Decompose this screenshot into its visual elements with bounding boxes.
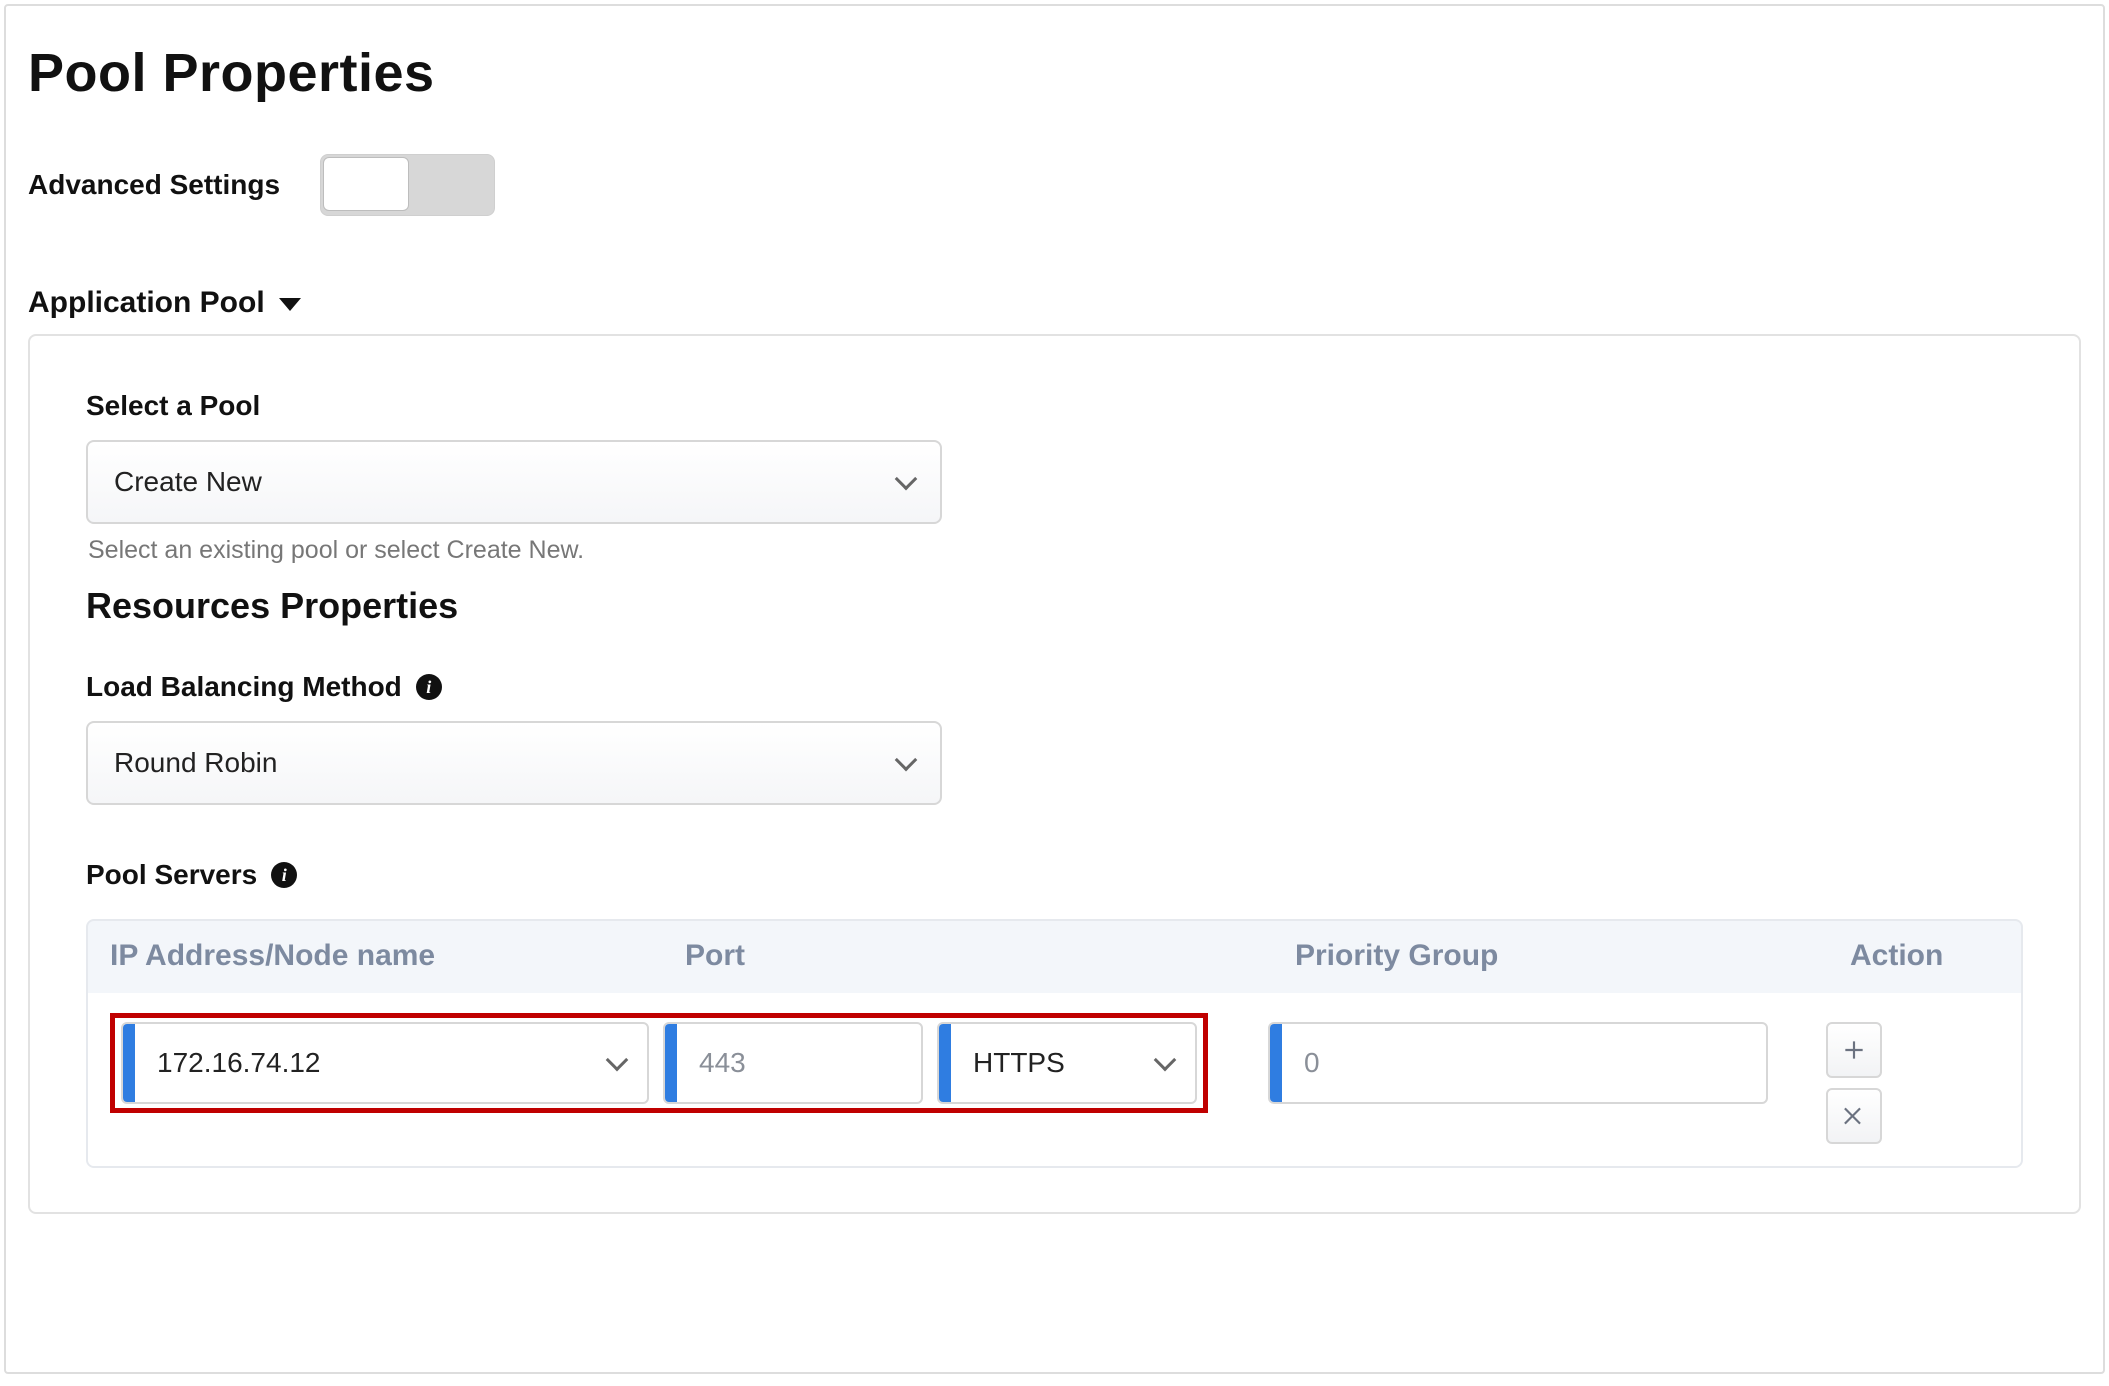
load-balancing-dropdown[interactable]: Round Robin: [86, 721, 942, 805]
input-stripe: [123, 1024, 135, 1102]
grid-header: IP Address/Node name Port Priority Group…: [88, 921, 2021, 993]
action-column: [1826, 1022, 1882, 1144]
priority-value: 0: [1282, 1047, 1766, 1079]
chevron-down-icon: [895, 468, 918, 491]
ip-address-input[interactable]: 172.16.74.12: [121, 1022, 649, 1104]
port-input[interactable]: 443: [663, 1022, 923, 1104]
ip-address-value: 172.16.74.12: [135, 1047, 609, 1079]
input-stripe: [665, 1024, 677, 1102]
highlighted-group: 172.16.74.12 443 HTTPS: [110, 1013, 1208, 1113]
load-balancing-label-text: Load Balancing Method: [86, 671, 402, 703]
plus-icon: [1841, 1037, 1867, 1063]
page-title: Pool Properties: [28, 42, 2081, 104]
application-pool-label: Application Pool: [28, 286, 265, 320]
protocol-dropdown[interactable]: HTTPS: [937, 1022, 1197, 1104]
pool-servers-label-text: Pool Servers: [86, 859, 257, 891]
port-value: 443: [677, 1047, 921, 1079]
close-icon: [1841, 1103, 1867, 1129]
caret-down-icon: [279, 298, 301, 311]
info-icon[interactable]: i: [271, 862, 297, 888]
info-icon[interactable]: i: [416, 674, 442, 700]
col-header-action: Action: [1850, 939, 1999, 973]
load-balancing-value: Round Robin: [114, 747, 898, 779]
grid-row: 172.16.74.12 443 HTTPS 0: [88, 993, 2021, 1166]
input-stripe: [1270, 1024, 1282, 1102]
protocol-value: HTTPS: [951, 1047, 1157, 1079]
application-pool-header[interactable]: Application Pool: [28, 286, 2081, 320]
priority-input[interactable]: 0: [1268, 1022, 1768, 1104]
pool-servers-grid: IP Address/Node name Port Priority Group…: [86, 919, 2023, 1168]
col-header-ip: IP Address/Node name: [110, 939, 685, 973]
chevron-down-icon: [1154, 1049, 1177, 1072]
advanced-settings-toggle[interactable]: [320, 154, 495, 216]
col-header-priority: Priority Group: [1295, 939, 1850, 973]
select-pool-dropdown[interactable]: Create New: [86, 440, 942, 524]
select-pool-help: Select an existing pool or select Create…: [88, 536, 2023, 565]
col-header-port: Port: [685, 939, 1295, 973]
input-stripe: [939, 1024, 951, 1102]
toggle-knob: [323, 157, 409, 211]
application-pool-card: Select a Pool Create New Select an exist…: [28, 334, 2081, 1214]
advanced-settings-label: Advanced Settings: [28, 169, 280, 201]
select-pool-value: Create New: [114, 466, 898, 498]
pool-servers-label: Pool Servers i: [86, 859, 2023, 891]
advanced-settings-row: Advanced Settings: [28, 154, 2081, 216]
chevron-down-icon: [895, 749, 918, 772]
chevron-down-icon: [606, 1049, 629, 1072]
select-pool-label: Select a Pool: [86, 390, 2023, 422]
pool-properties-panel: Pool Properties Advanced Settings Applic…: [4, 4, 2105, 1374]
resources-properties-title: Resources Properties: [86, 585, 2023, 627]
load-balancing-label: Load Balancing Method i: [86, 671, 2023, 703]
add-row-button[interactable]: [1826, 1022, 1882, 1078]
remove-row-button[interactable]: [1826, 1088, 1882, 1144]
